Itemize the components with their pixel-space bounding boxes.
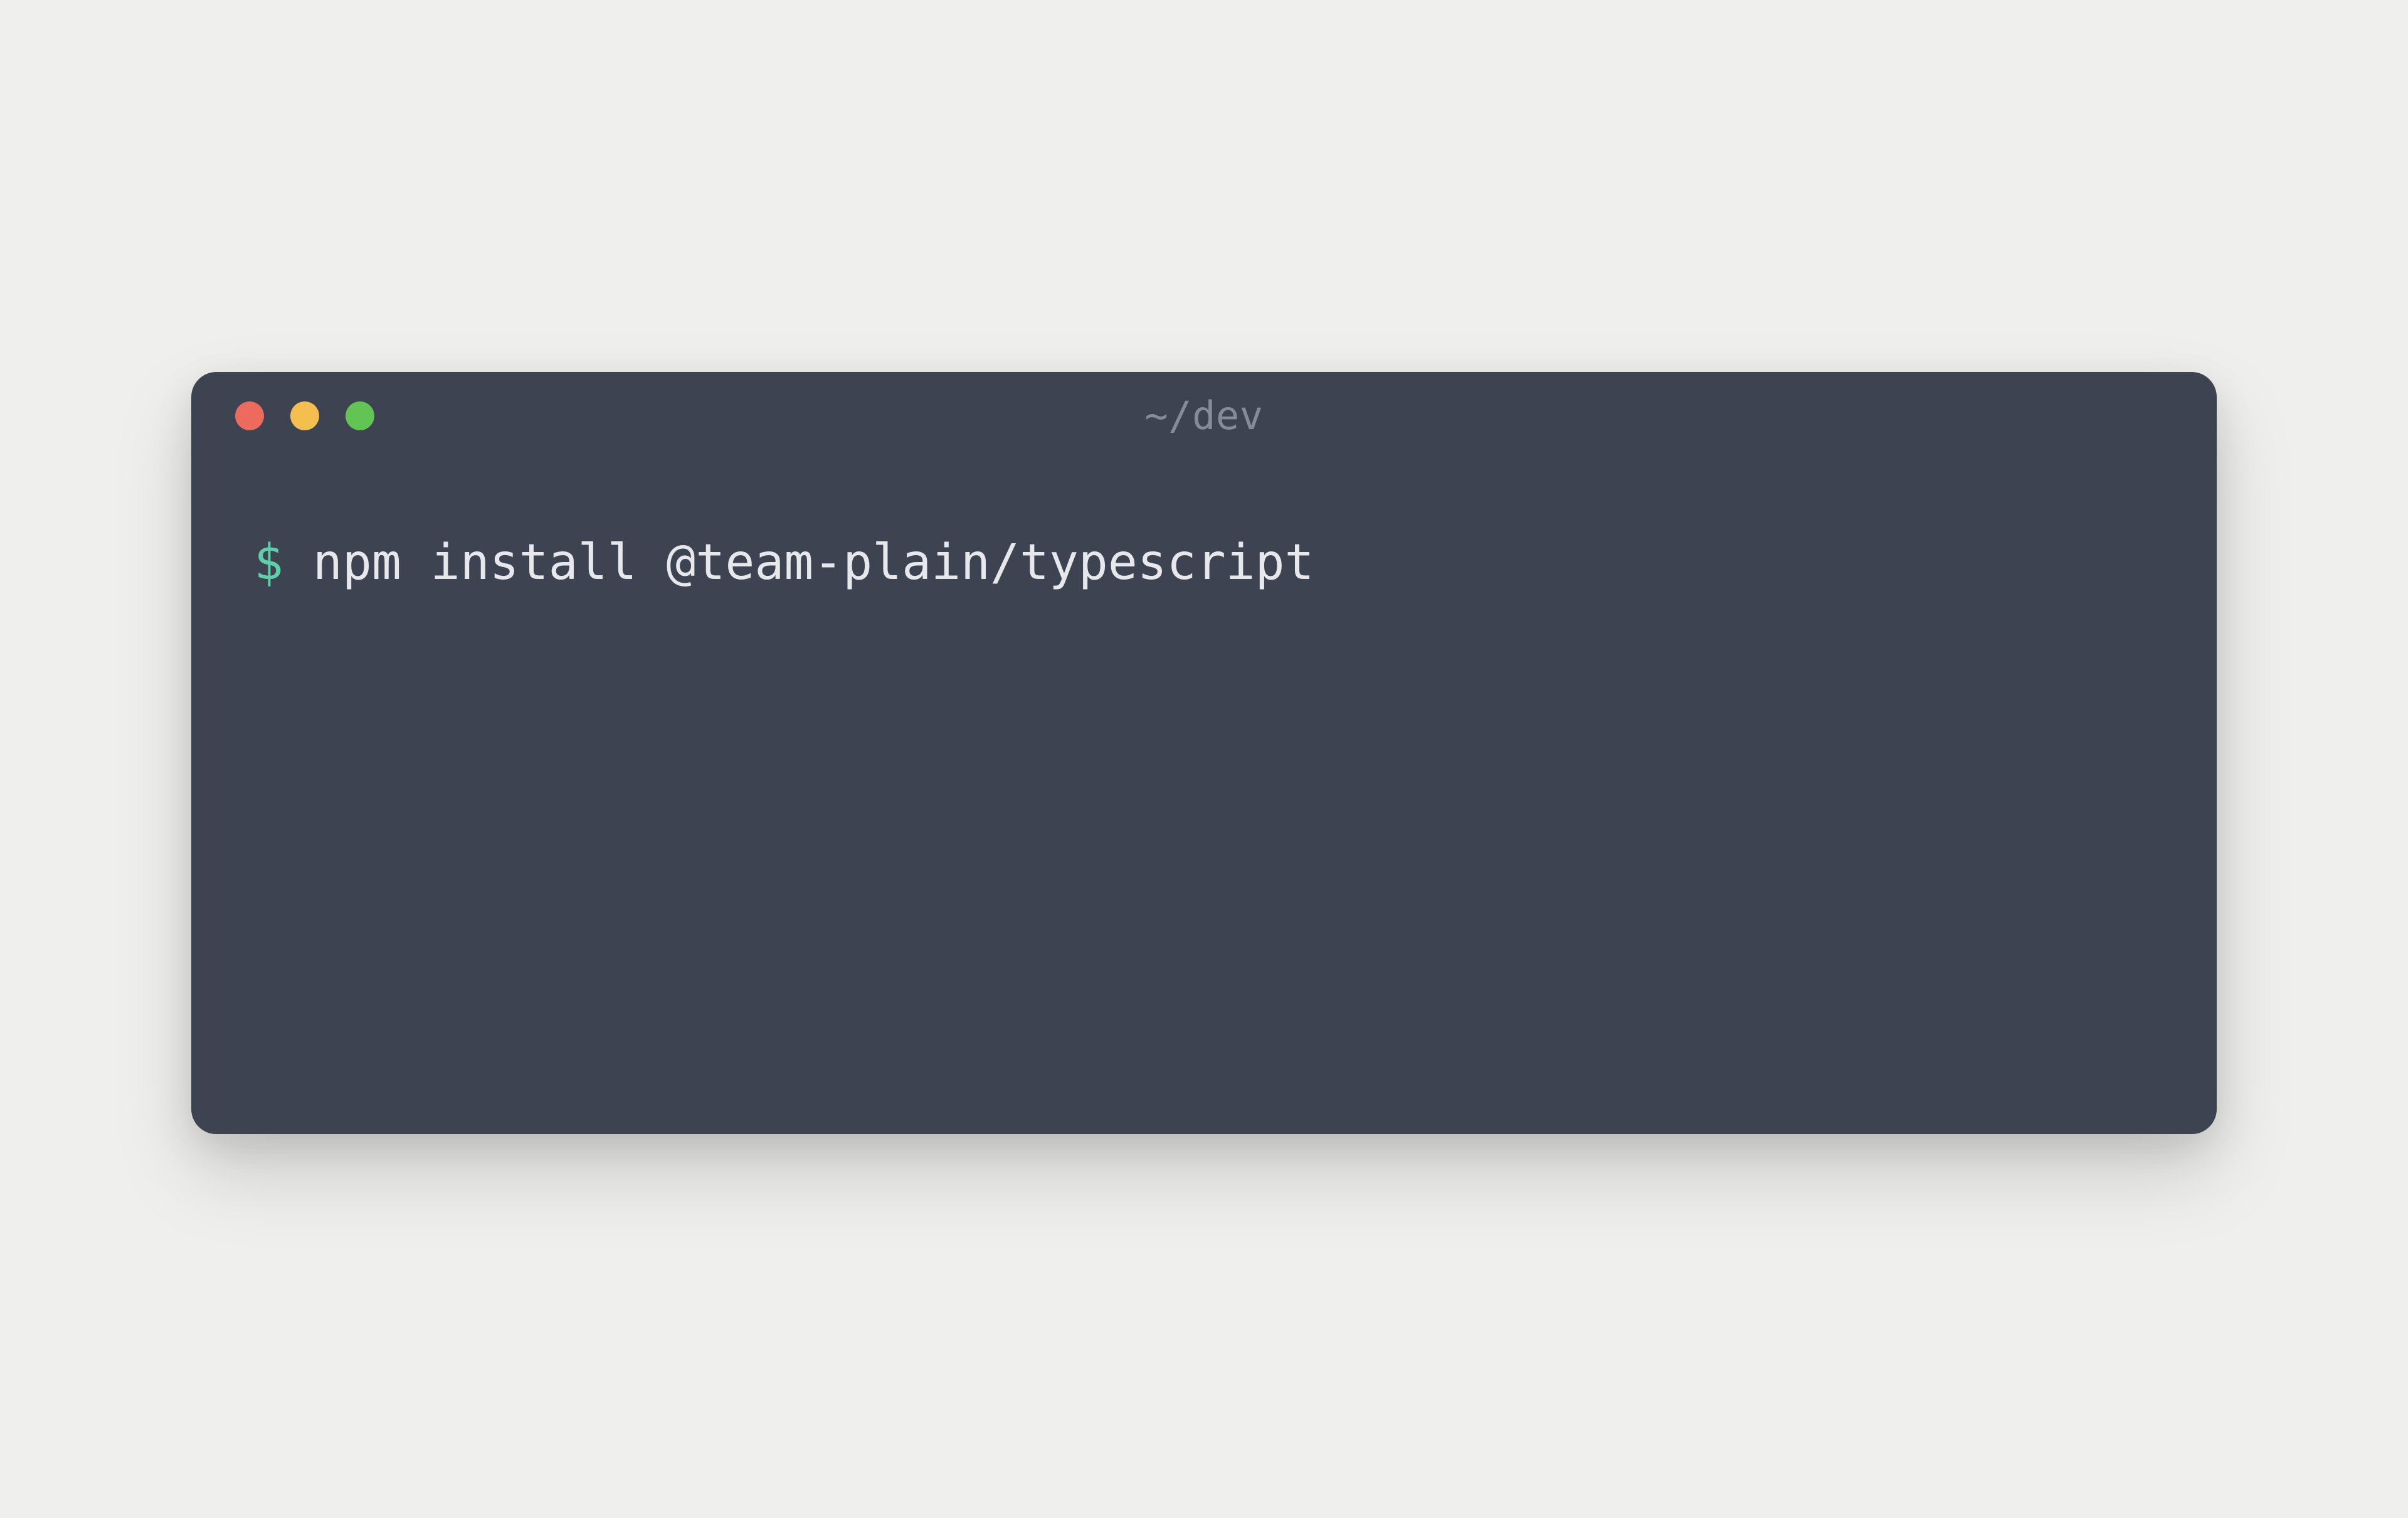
title-bar: ~/dev xyxy=(191,372,2217,460)
window-title: ~/dev xyxy=(1144,393,1263,438)
command-line: $ npm install @team-plain/typescript xyxy=(254,529,2154,597)
command-text: npm install @team-plain/typescript xyxy=(313,534,1314,591)
close-icon[interactable] xyxy=(235,401,264,430)
traffic-lights xyxy=(235,401,374,430)
maximize-icon[interactable] xyxy=(346,401,374,430)
terminal-window: ~/dev $ npm install @team-plain/typescri… xyxy=(191,372,2217,1134)
minimize-icon[interactable] xyxy=(290,401,319,430)
terminal-body[interactable]: $ npm install @team-plain/typescript xyxy=(191,460,2217,1134)
prompt: $ xyxy=(254,534,313,591)
